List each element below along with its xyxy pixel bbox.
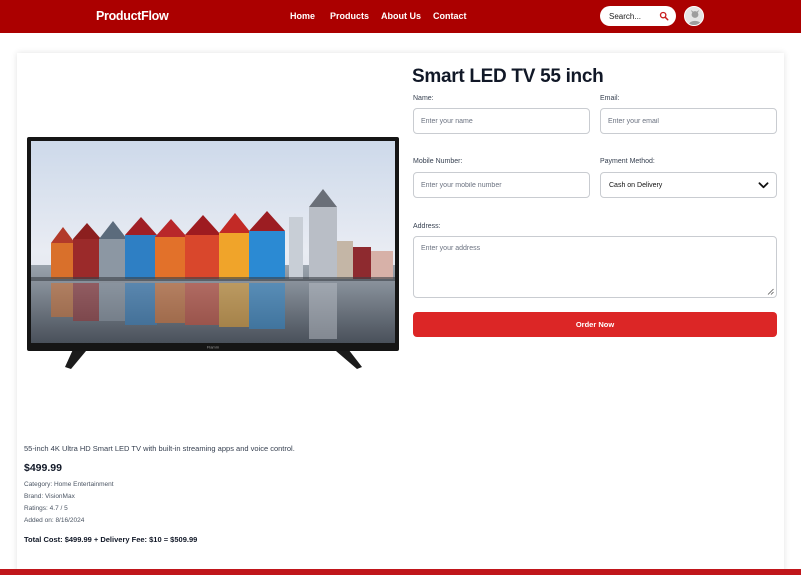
nav-products-link[interactable]: Products [330,11,369,21]
resize-grip-icon[interactable] [767,288,774,295]
nav-home-link[interactable]: Home [290,11,315,21]
payment-label: Payment Method: [600,158,655,165]
total-cost: Total Cost: $499.99 + Delivery Fee: $10 … [24,535,198,544]
avatar-icon [685,7,703,25]
email-label: Email: [600,95,620,102]
product-image: Flamm [27,137,399,369]
chevron-down-icon [758,182,769,189]
product-description: 55-inch 4K Ultra HD Smart LED TV with bu… [24,444,295,453]
nav-contact-link[interactable]: Contact [433,11,467,21]
search-icon[interactable] [659,11,669,21]
email-field[interactable] [601,117,776,125]
mobile-label: Mobile Number: [413,158,463,165]
product-category: Category: Home Entertainment [24,481,114,488]
name-field-wrap [413,108,590,134]
product-brand: Brand: VisionMax [24,493,75,500]
search-box [600,6,676,26]
payment-selected-value: Cash on Delivery [609,181,663,189]
address-field[interactable] [414,237,776,295]
address-field-wrap [413,236,777,298]
mobile-field-wrap [413,172,590,198]
email-field-wrap [600,108,777,134]
page-title: Smart LED TV 55 inch [412,66,604,87]
search-input[interactable] [609,11,663,21]
product-price: $499.99 [24,462,62,474]
name-field[interactable] [414,117,589,125]
top-navbar: ProductFlow Home Products About Us Conta… [0,0,801,33]
mobile-field[interactable] [414,181,589,189]
product-card: Flamm 55-inch 4K Ultra HD Smart LED TV w… [17,53,784,573]
address-label: Address: [413,223,441,230]
brand-logo[interactable]: ProductFlow [96,9,169,23]
tv-brand-mark: Flamm [207,345,220,350]
avatar[interactable] [684,6,704,26]
product-added-date: Added on: 8/16/2024 [24,517,85,524]
footer-strip [0,569,801,575]
order-now-button[interactable]: Order Now [413,312,777,337]
payment-method-select[interactable]: Cash on Delivery [600,172,777,198]
name-label: Name: [413,95,434,102]
nav-about-link[interactable]: About Us [381,11,421,21]
product-ratings: Ratings: 4.7 / 5 [24,505,68,512]
